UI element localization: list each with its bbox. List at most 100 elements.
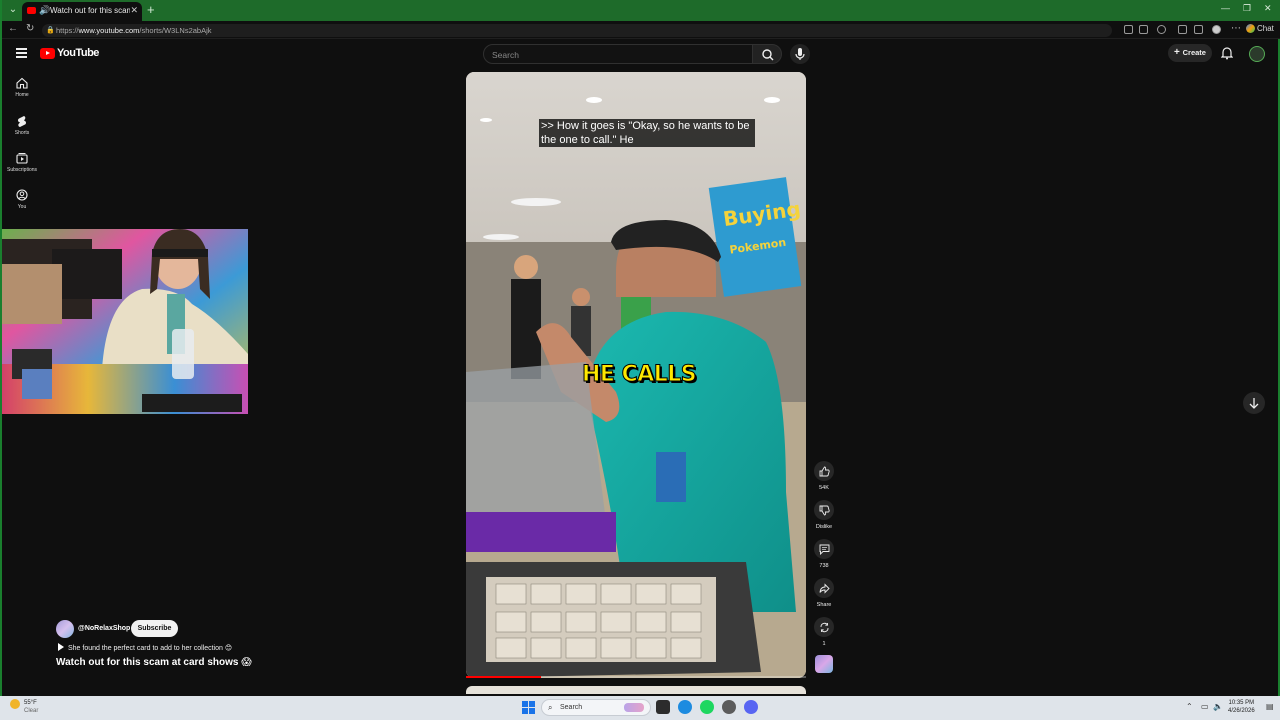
next-short-button[interactable] — [1243, 392, 1265, 414]
sidebar-item-you[interactable]: You — [2, 189, 42, 210]
sidebar-item-label: You — [17, 204, 27, 210]
weather-moon-icon — [10, 699, 20, 709]
browser-window: ⌄ 🔊 Watch out for this scam at ca ✕ + — … — [0, 0, 1280, 720]
subscribe-button[interactable]: Subscribe — [131, 620, 178, 637]
video-overlay-text: HE CALLS — [581, 362, 697, 388]
url-prefix: https:// — [56, 26, 79, 35]
profile-icon[interactable] — [1212, 25, 1221, 34]
you-icon — [16, 189, 28, 201]
dislike-label: Dislike — [815, 524, 833, 530]
new-tab-icon[interactable]: + — [147, 2, 155, 17]
video-progress-bar[interactable] — [466, 676, 806, 678]
short-description[interactable]: She found the perfect card to add to her… — [58, 643, 232, 652]
sidebar-item-label: Subscriptions — [6, 167, 37, 173]
weather-temp: 55°F — [24, 700, 37, 706]
sidebar-item-subscriptions[interactable]: Subscriptions — [2, 152, 42, 173]
search-highlight-icon — [624, 703, 644, 712]
subscriptions-icon — [16, 153, 28, 164]
discord-icon[interactable] — [744, 700, 758, 714]
webcam-image — [2, 229, 248, 414]
voice-search-button[interactable] — [790, 44, 810, 64]
thumbs-down-icon — [819, 505, 830, 515]
taskbar-search[interactable]: ⌕ Search — [541, 699, 651, 716]
notifications-button[interactable] — [1220, 46, 1234, 65]
edge-icon[interactable] — [678, 700, 692, 714]
collections-icon[interactable] — [1194, 25, 1203, 34]
tab-list-icon[interactable]: ⌄ — [6, 3, 20, 17]
close-tab-icon[interactable]: ✕ — [130, 5, 138, 16]
browser-tab[interactable]: 🔊 Watch out for this scam at ca ✕ — [22, 2, 142, 21]
weather-condition: Clear — [24, 708, 39, 714]
youtube-wordmark[interactable]: YouTube — [57, 47, 99, 59]
create-button[interactable]: + Create — [1168, 44, 1212, 62]
favorite-star-icon[interactable] — [1139, 25, 1148, 34]
refresh-extension-icon[interactable] — [1157, 25, 1166, 34]
refresh-icon[interactable]: ↻ — [26, 23, 34, 34]
search-box — [483, 44, 753, 64]
home-icon — [16, 77, 28, 89]
remix-count: 1 — [822, 641, 826, 647]
url-host: www.youtube.com — [78, 26, 140, 35]
share-label: Share — [816, 602, 832, 608]
sound-avatar[interactable] — [815, 655, 833, 673]
youtube-logo-icon[interactable] — [40, 48, 55, 59]
clock-time: 10:35 PM — [1228, 700, 1255, 706]
search-input[interactable] — [484, 46, 752, 64]
sidebar-item-label: Home — [15, 92, 29, 98]
plus-icon: + — [1174, 47, 1183, 58]
close-window-icon[interactable]: ✕ — [1264, 3, 1272, 14]
chat-label: Chat — [1257, 24, 1274, 33]
short-title[interactable]: Watch out for this scam at card shows 😱 — [56, 657, 252, 668]
channel-handle[interactable]: @NoRelaxShop — [78, 625, 130, 632]
sidebar-item-home[interactable]: Home — [2, 77, 42, 98]
copilot-chat-button[interactable]: Chat — [1246, 24, 1274, 34]
microphone-icon — [795, 48, 805, 60]
settings-icon[interactable] — [722, 700, 736, 714]
weather-widget[interactable]: 55°F Clear — [10, 699, 38, 715]
back-icon[interactable]: ← — [8, 23, 18, 34]
speaker-icon[interactable]: 🔊 — [39, 5, 50, 16]
webcam-overlay — [2, 229, 248, 414]
channel-avatar[interactable] — [56, 620, 74, 638]
menu-icon[interactable] — [16, 48, 27, 60]
sidebar-item-shorts[interactable]: Shorts — [2, 115, 42, 136]
search-icon — [762, 49, 774, 61]
clock-date: 4/26/2026 — [1228, 708, 1255, 714]
notification-center-icon[interactable]: ▤ — [1266, 702, 1274, 711]
next-short-preview[interactable] — [466, 686, 806, 694]
maximize-icon[interactable]: ❐ — [1243, 3, 1251, 14]
start-button[interactable] — [522, 701, 535, 714]
task-view-icon[interactable] — [656, 700, 670, 714]
youtube-favicon-icon — [27, 7, 36, 14]
arrow-down-icon — [1249, 398, 1259, 409]
like-button[interactable]: 54K — [813, 461, 835, 491]
minimize-icon[interactable]: — — [1221, 3, 1230, 13]
remix-button[interactable]: 1 — [813, 617, 835, 647]
copilot-icon — [1246, 24, 1255, 34]
taskbar-search-label: Search — [560, 704, 583, 711]
apps-icon[interactable] — [1124, 25, 1133, 34]
search-icon: ⌕ — [548, 703, 553, 712]
account-avatar[interactable] — [1249, 46, 1265, 62]
comments-button[interactable]: 738 — [813, 539, 835, 569]
dislike-button[interactable]: Dislike — [813, 500, 835, 530]
extension-icon[interactable] — [1178, 25, 1187, 34]
thumbs-up-icon — [819, 466, 830, 476]
more-menu-icon[interactable]: ⋯ — [1231, 23, 1241, 34]
tray-chevron-icon[interactable]: ⌃ — [1186, 702, 1193, 711]
bell-icon — [1220, 47, 1234, 60]
spotify-icon[interactable] — [700, 700, 714, 714]
closed-caption: >> How it goes is "Okay, so he wants to … — [539, 119, 755, 147]
site-info-icon[interactable]: 🔒 — [46, 24, 55, 37]
volume-icon[interactable]: 🔈 — [1213, 702, 1223, 711]
shorts-icon — [17, 116, 27, 127]
tab-bar: ⌄ 🔊 Watch out for this scam at ca ✕ + — … — [2, 0, 1280, 21]
comment-icon — [819, 544, 829, 555]
url-field[interactable]: 🔒 https://www.youtube.com/shorts/W3LNs2a… — [42, 24, 1112, 37]
search-button[interactable] — [752, 44, 782, 64]
like-count: 54K — [819, 485, 829, 491]
clock[interactable]: 10:35 PM 4/26/2026 — [1228, 699, 1255, 715]
url-path: /shorts/W3LNs2abAjk — [139, 26, 212, 35]
share-button[interactable]: Share — [813, 578, 835, 608]
network-icon[interactable]: ▭ — [1201, 702, 1209, 711]
